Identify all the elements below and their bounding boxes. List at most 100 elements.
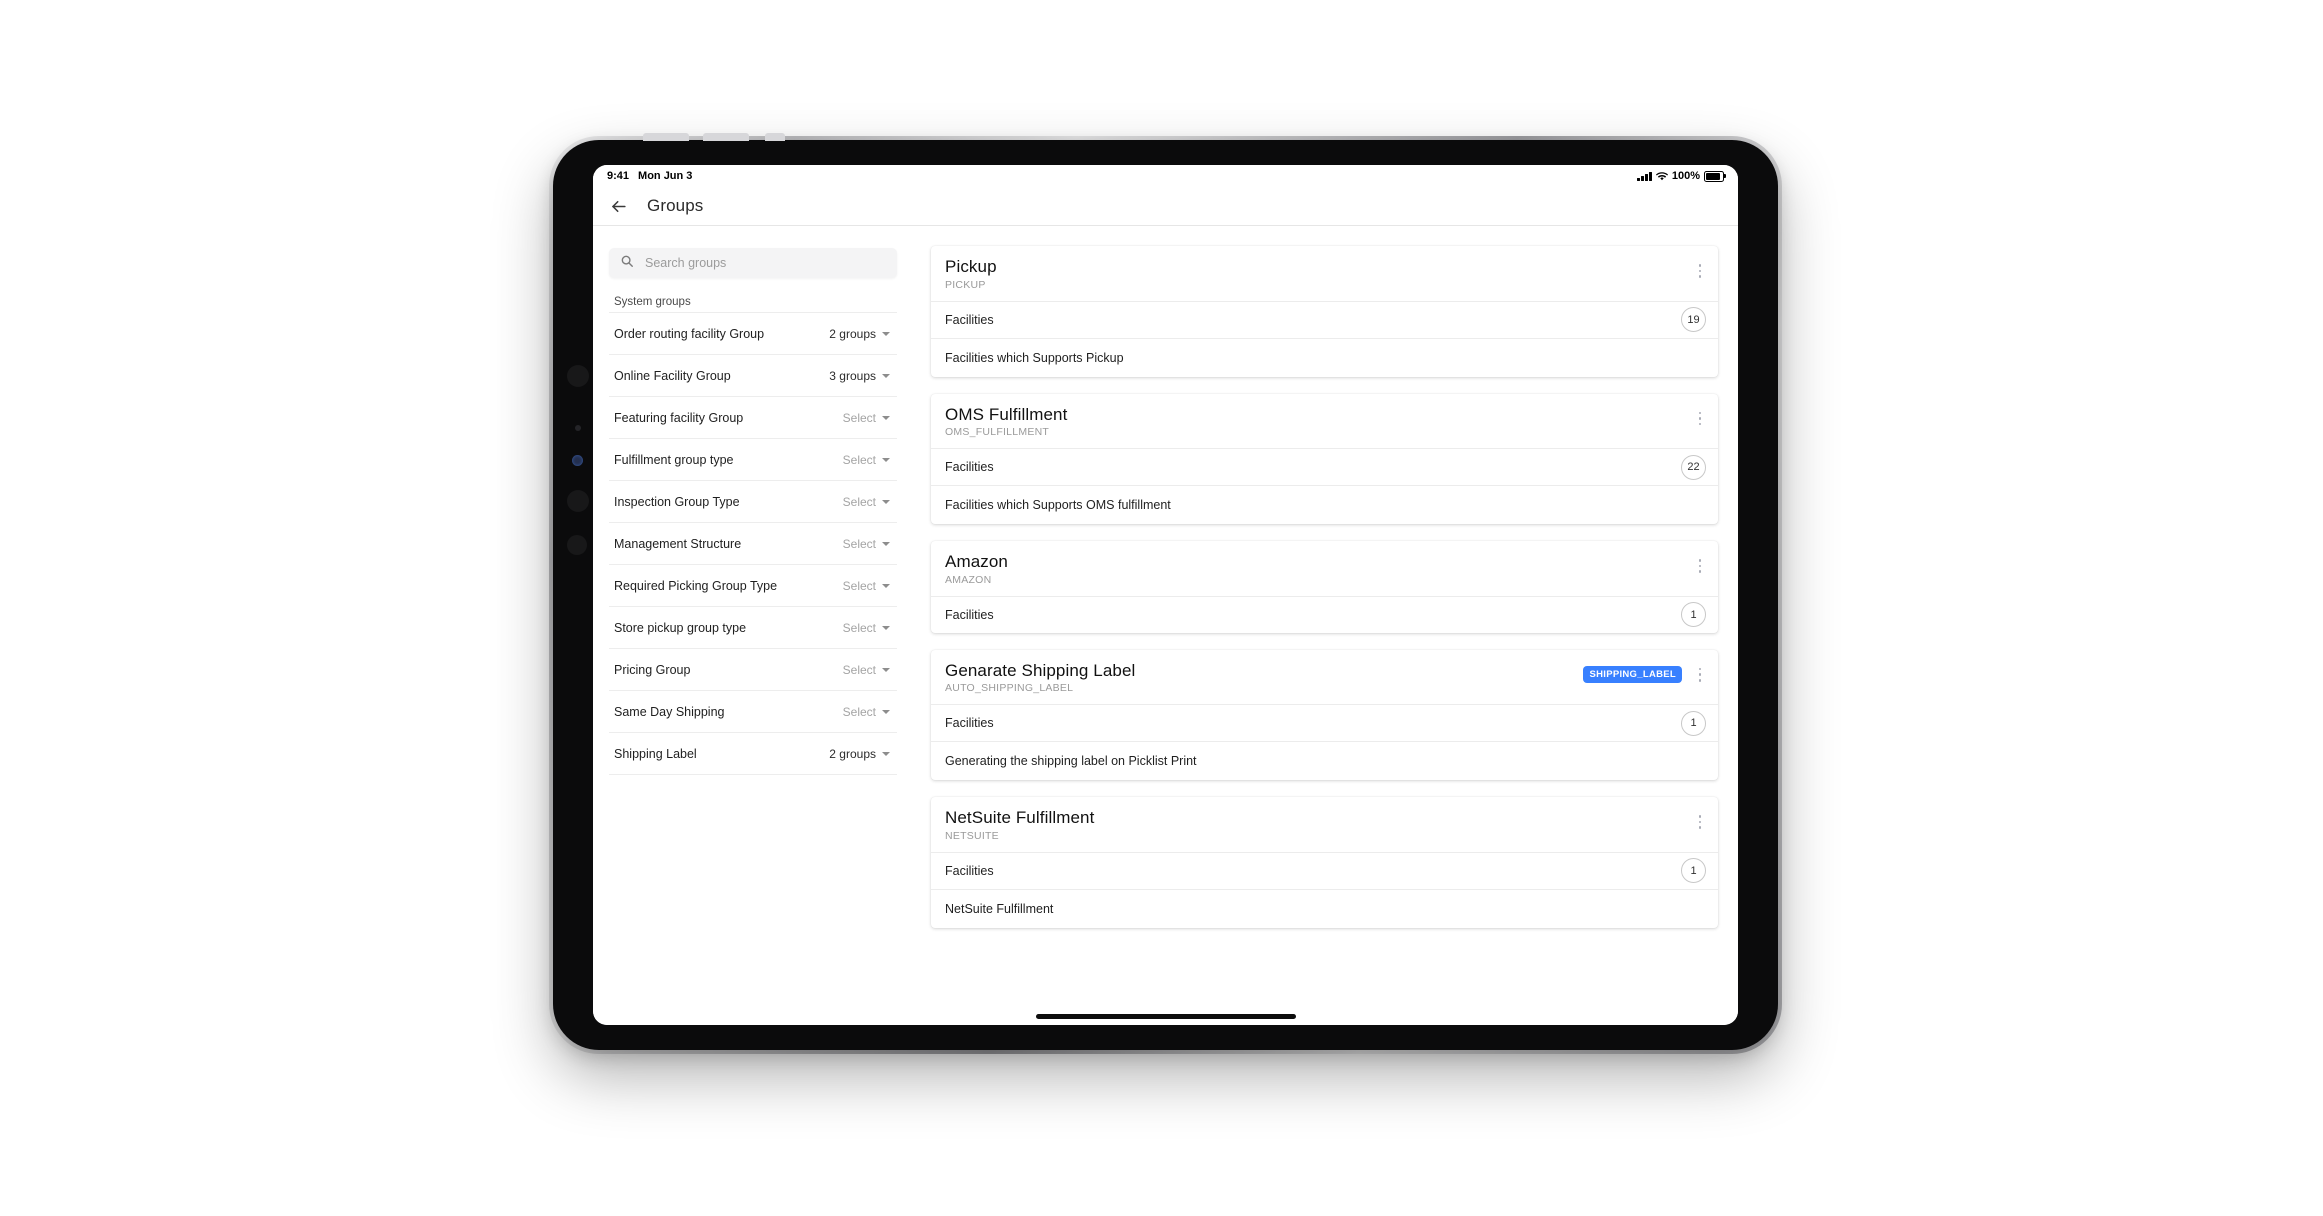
facilities-count-badge: 1 <box>1681 858 1706 884</box>
groups-card-list: Pickup PICKUP Facilities 19 Facilities w… <box>913 226 1738 1025</box>
card-header: Pickup PICKUP <box>931 246 1718 301</box>
card-header-text: NetSuite Fulfillment NETSUITE <box>945 808 1094 842</box>
sidebar-item-featuring-facility-group[interactable]: Featuring facility Group Select <box>609 397 897 439</box>
card-header-actions <box>1692 257 1708 281</box>
facilities-row[interactable]: Facilities 1 <box>931 851 1718 889</box>
more-options-icon[interactable] <box>1692 556 1708 576</box>
camera-lens-icon <box>567 365 589 387</box>
status-date: Mon Jun 3 <box>638 170 693 182</box>
home-indicator[interactable] <box>1035 1014 1296 1019</box>
group-card[interactable]: OMS Fulfillment OMS_FULFILLMENT Faciliti… <box>931 393 1718 525</box>
sidebar-item-label: Store pickup group type <box>614 620 747 635</box>
card-title: NetSuite Fulfillment <box>945 808 1095 828</box>
card-header-text: OMS Fulfillment OMS_FULFILLMENT <box>945 405 1067 439</box>
sidebar-item-shipping-label[interactable]: Shipping Label 2 groups <box>609 733 897 775</box>
card-title: Pickup <box>945 257 997 276</box>
sidebar-item-value: 2 groups <box>829 326 876 341</box>
status-bar: 9:41 Mon Jun 3 100% <box>593 165 1738 187</box>
facilities-count-badge: 22 <box>1681 454 1706 480</box>
facilities-count-badge: 19 <box>1681 307 1706 333</box>
sidebar-item-select[interactable]: 3 groups <box>829 369 893 383</box>
app-toolbar: Groups <box>593 187 1738 226</box>
chevron-down-icon <box>882 751 890 756</box>
more-options-icon[interactable] <box>1692 665 1708 685</box>
card-code: AMAZON <box>945 573 992 586</box>
card-description: Facilities which Supports OMS fulfillmen… <box>931 485 1718 524</box>
facilities-label: Facilities <box>945 607 994 622</box>
search-bar[interactable] <box>609 248 897 278</box>
sidebar-item-management-structure[interactable]: Management Structure Select <box>609 523 897 565</box>
facilities-label: Facilities <box>945 460 994 475</box>
group-card[interactable]: Genarate Shipping Label AUTO_SHIPPING_LA… <box>931 649 1718 781</box>
power-button[interactable] <box>765 133 785 141</box>
card-code: NETSUITE <box>945 829 999 842</box>
card-header: Genarate Shipping Label AUTO_SHIPPING_LA… <box>931 650 1718 705</box>
sidebar-item-select[interactable]: Select <box>843 537 893 551</box>
sidebar-item-select[interactable]: Select <box>843 453 893 467</box>
sidebar-item-fulfillment-group-type[interactable]: Fulfillment group type Select <box>609 439 897 481</box>
facilities-row[interactable]: Facilities 1 <box>931 704 1718 741</box>
chevron-down-icon <box>882 583 890 588</box>
card-header-text: Pickup PICKUP <box>945 257 997 291</box>
card-title: Genarate Shipping Label <box>945 660 1136 680</box>
group-card[interactable]: Amazon AMAZON Facilities 1 <box>931 541 1718 633</box>
card-description: Facilities which Supports Pickup <box>931 337 1718 377</box>
sidebar-item-select[interactable]: Select <box>843 495 893 509</box>
system-groups-list: Order routing facility Group 2 groups On… <box>609 312 897 775</box>
facilities-row[interactable]: Facilities 22 <box>931 448 1718 485</box>
sidebar-item-label: Same Day Shipping <box>614 704 725 719</box>
sidebar-item-label: Online Facility Group <box>614 368 731 383</box>
camera-lens-secondary-icon <box>567 490 589 512</box>
card-header-actions: SHIPPING_LABEL <box>1583 661 1708 685</box>
page-title: Groups <box>647 196 704 215</box>
chevron-down-icon <box>882 625 890 630</box>
group-card[interactable]: Pickup PICKUP Facilities 19 Facilities w… <box>931 246 1718 377</box>
sidebar-item-select[interactable]: 2 groups <box>829 327 893 341</box>
more-options-icon[interactable] <box>1692 409 1708 429</box>
sidebar-item-select[interactable]: Select <box>843 579 893 593</box>
sidebar-item-pricing-group[interactable]: Pricing Group Select <box>609 649 897 691</box>
more-options-icon[interactable] <box>1692 261 1708 281</box>
search-icon <box>620 254 634 273</box>
group-card[interactable]: NetSuite Fulfillment NETSUITE Facilities… <box>931 797 1718 928</box>
sidebar-item-online-facility-group[interactable]: Online Facility Group 3 groups <box>609 355 897 397</box>
sidebar-item-same-day-shipping[interactable]: Same Day Shipping Select <box>609 691 897 733</box>
facilities-count-badge: 1 <box>1681 602 1706 628</box>
sidebar-item-label: Pricing Group <box>614 662 691 677</box>
facilities-row[interactable]: Facilities 19 <box>931 300 1718 338</box>
sidebar-item-value: 3 groups <box>829 368 876 383</box>
sidebar-item-order-routing-facility-group[interactable]: Order routing facility Group 2 groups <box>609 313 897 355</box>
volume-up-button[interactable] <box>643 133 689 141</box>
sidebar-item-select[interactable]: Select <box>843 663 893 677</box>
screenshot-stage: 9:41 Mon Jun 3 100% Groups Search groups… <box>0 0 2323 1216</box>
sidebar-item-label: Required Picking Group Type <box>614 578 778 593</box>
back-arrow-icon[interactable] <box>607 195 629 217</box>
sidebar-item-label: Fulfillment group type <box>614 452 734 467</box>
facilities-row[interactable]: Facilities 1 <box>931 595 1718 633</box>
status-badge: SHIPPING_LABEL <box>1583 666 1682 684</box>
chevron-down-icon <box>882 541 890 546</box>
card-header-actions <box>1692 808 1708 832</box>
tablet-device-frame: 9:41 Mon Jun 3 100% Groups Search groups… <box>549 133 1782 1054</box>
sidebar-item-store-pickup-group-type[interactable]: Store pickup group type Select <box>609 607 897 649</box>
volume-down-button[interactable] <box>703 133 749 141</box>
sidebar-item-select[interactable]: 2 groups <box>829 747 893 761</box>
system-groups-label: System groups <box>614 296 691 308</box>
sidebar-item-value: Select <box>842 410 876 425</box>
sidebar-item-required-picking-group-type[interactable]: Required Picking Group Type Select <box>609 565 897 607</box>
sidebar-item-select[interactable]: Select <box>843 705 893 719</box>
sidebar-item-inspection-group-type[interactable]: Inspection Group Type Select <box>609 481 897 523</box>
search-input[interactable] <box>643 255 886 271</box>
chevron-down-icon <box>882 373 890 378</box>
card-header: OMS Fulfillment OMS_FULFILLMENT <box>931 394 1718 449</box>
sidebar-item-label: Management Structure <box>614 536 742 551</box>
card-code: OMS_FULFILLMENT <box>945 426 1050 439</box>
sensor-dot-icon <box>575 425 581 431</box>
sidebar-item-select[interactable]: Select <box>843 411 893 425</box>
sidebar-item-value: 2 groups <box>829 746 876 761</box>
card-header: NetSuite Fulfillment NETSUITE <box>931 797 1718 852</box>
more-options-icon[interactable] <box>1692 812 1708 832</box>
sidebar-item-label: Order routing facility Group <box>614 326 765 341</box>
sidebar-item-select[interactable]: Select <box>843 621 893 635</box>
facilities-count-badge: 1 <box>1681 710 1706 736</box>
